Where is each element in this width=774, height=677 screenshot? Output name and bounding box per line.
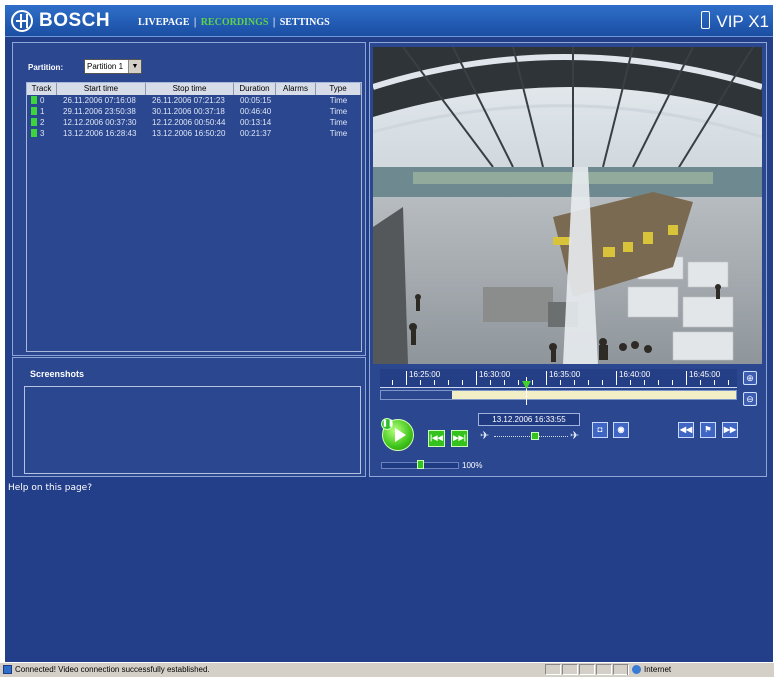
player-panel: 16:25:00 16:30:00 16:35:00 16:40:00 16:4… <box>369 42 767 477</box>
browser-content: BOSCH LIVEPAGE | RECORDINGS | SETTINGS V… <box>5 5 773 662</box>
volume-slider-knob[interactable] <box>417 460 424 469</box>
alarms <box>276 95 316 106</box>
partition-label: Partition: <box>28 63 64 72</box>
start-time: 29.11.2006 23:50:38 <box>63 107 136 116</box>
nav-separator: | <box>194 17 197 28</box>
pause-icon[interactable]: ❚❚ <box>381 418 394 430</box>
col-alarms[interactable]: Alarms <box>276 83 316 95</box>
timeline[interactable]: 16:25:00 16:30:00 16:35:00 16:40:00 16:4… <box>380 369 737 388</box>
help-link[interactable]: Help on this page? <box>8 483 92 493</box>
duration: 00:13:14 <box>240 118 272 127</box>
device-icon <box>701 11 711 29</box>
globe-icon <box>632 665 641 674</box>
timeline-label: 16:25:00 <box>409 370 441 379</box>
duration: 00:46:40 <box>240 107 272 116</box>
table-header: Track Start time Stop time Duration Alar… <box>27 83 361 95</box>
timeline-label: 16:30:00 <box>479 370 511 379</box>
main-nav: LIVEPAGE | RECORDINGS | SETTINGS <box>138 17 332 28</box>
track-icon <box>31 118 37 126</box>
turtle-icon: ✈ <box>480 430 490 442</box>
recorded-range <box>452 391 736 399</box>
track-icon <box>31 107 37 115</box>
track-icon <box>31 129 37 137</box>
col-duration[interactable]: Duration <box>234 83 276 95</box>
table-row[interactable]: 1 29.11.2006 23:50:38 30.11.2006 00:37:1… <box>27 106 361 117</box>
screenshots-title: Screenshots <box>30 369 85 379</box>
security-zone[interactable]: Internet <box>627 664 767 675</box>
playback-marker-icon[interactable] <box>522 381 532 389</box>
nav-livepage[interactable]: LIVEPAGE <box>138 17 190 28</box>
zoom-in-icon[interactable]: ⊕ <box>743 371 757 385</box>
brand-name: BOSCH <box>39 10 111 31</box>
alarms <box>276 117 316 128</box>
screenshots-area <box>24 386 361 474</box>
timeline-label: 16:40:00 <box>619 370 651 379</box>
start-time: 26.11.2006 07:16:08 <box>63 96 136 105</box>
bosch-logo-icon <box>11 10 33 32</box>
speed-slider-knob[interactable] <box>530 432 539 440</box>
skip-forward-icon[interactable]: ▶▶| <box>451 430 468 447</box>
flag-icon[interactable]: ⚑ <box>700 422 716 438</box>
recording-bar[interactable] <box>380 390 737 400</box>
chevron-down-icon[interactable]: ▼ <box>128 60 141 73</box>
fast-forward-icon[interactable]: ▶▶ <box>722 422 738 438</box>
recordings-panel: Partition: Partition 1 ▼ Track Start tim… <box>12 42 366 356</box>
track-number: 1 <box>40 107 45 116</box>
table-row[interactable]: 0 26.11.2006 07:16:08 26.11.2006 07:21:2… <box>27 95 361 106</box>
track-number: 3 <box>40 129 45 138</box>
zone-label: Internet <box>644 665 672 674</box>
timeline-label: 16:35:00 <box>549 370 581 379</box>
type: Time <box>329 129 348 138</box>
col-start-time[interactable]: Start time <box>57 83 146 95</box>
alarms <box>276 106 316 117</box>
track-number: 0 <box>40 96 45 105</box>
start-time: 13.12.2006 16:28:43 <box>63 129 137 138</box>
hare-icon: ✈ <box>570 430 580 442</box>
status-bar: Connected! Video connection successfully… <box>0 662 774 677</box>
status-message: Connected! Video connection successfully… <box>15 665 210 674</box>
nav-recordings[interactable]: RECORDINGS <box>201 17 269 28</box>
volume-label: 100% <box>462 461 483 470</box>
skip-back-icon[interactable]: |◀◀ <box>428 430 445 447</box>
stop-time: 12.12.2006 00:50:44 <box>152 118 226 127</box>
partition-value: Partition 1 <box>87 62 124 71</box>
col-track[interactable]: Track <box>27 83 57 95</box>
col-type[interactable]: Type <box>316 83 361 95</box>
track-number: 2 <box>40 118 45 127</box>
type: Time <box>329 96 348 105</box>
table-row[interactable]: 3 13.12.2006 16:28:43 13.12.2006 16:50:2… <box>27 128 361 139</box>
stop-time: 13.12.2006 16:50:20 <box>152 129 226 138</box>
start-time: 12.12.2006 00:37:30 <box>63 118 137 127</box>
playback-timestamp: 13.12.2006 16:33:55 <box>478 413 580 426</box>
type: Time <box>329 118 348 127</box>
app-header: BOSCH LIVEPAGE | RECORDINGS | SETTINGS V… <box>5 5 773 37</box>
page-icon <box>3 665 12 674</box>
video-view[interactable] <box>373 47 762 364</box>
product-label: VIP X1 <box>716 12 769 31</box>
table-row[interactable]: 2 12.12.2006 00:37:30 12.12.2006 00:50:4… <box>27 117 361 128</box>
nav-separator: | <box>273 17 276 28</box>
nav-settings[interactable]: SETTINGS <box>280 17 330 28</box>
alarms <box>276 128 316 139</box>
product-name: VIP X1 <box>701 11 769 32</box>
record-icon[interactable]: ◉ <box>613 422 629 438</box>
type: Time <box>329 107 348 116</box>
tracks-table: Track Start time Stop time Duration Alar… <box>26 82 362 352</box>
camera-icon[interactable]: ◘ <box>592 422 608 438</box>
col-stop-time[interactable]: Stop time <box>146 83 234 95</box>
duration: 00:05:15 <box>240 96 272 105</box>
stop-time: 30.11.2006 00:37:18 <box>152 107 225 116</box>
zoom-out-icon[interactable]: ⊖ <box>743 392 757 406</box>
track-icon <box>31 96 37 104</box>
screenshots-panel: Screenshots <box>12 357 366 477</box>
partition-select[interactable]: Partition 1 ▼ <box>84 59 142 74</box>
rewind-icon[interactable]: ◀◀ <box>678 422 694 438</box>
timeline-label: 16:45:00 <box>689 370 721 379</box>
stop-time: 26.11.2006 07:21:23 <box>152 96 225 105</box>
duration: 00:21:37 <box>240 129 272 138</box>
